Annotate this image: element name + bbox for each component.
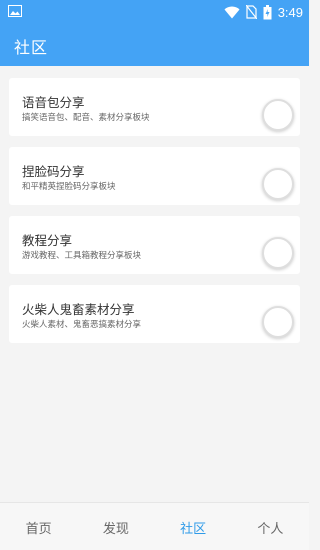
status-bar: 3:49: [0, 0, 309, 24]
page-title: 社区: [14, 38, 49, 57]
card-title: 捏脸码分享: [22, 164, 85, 179]
nav-item-home[interactable]: 首页: [0, 503, 77, 550]
section-card-stickman[interactable]: 火柴人鬼畜素材分享 火柴人素材、鬼畜恶搞素材分享: [9, 285, 300, 343]
section-list: 语音包分享 搞笑语音包、配音、素材分享板块 捏脸码分享 和平精英捏脸码分享板块 …: [9, 78, 300, 354]
battery-charging-icon: [263, 4, 272, 19]
select-radio[interactable]: [262, 306, 294, 338]
bottom-nav: 首页 发现 社区 个人: [0, 502, 309, 550]
card-description: 火柴人素材、鬼畜恶搞素材分享: [22, 320, 142, 330]
card-description: 游戏教程、工具箱教程分享板块: [22, 251, 142, 261]
section-card-tutorial[interactable]: 教程分享 游戏教程、工具箱教程分享板块: [9, 216, 300, 274]
select-radio[interactable]: [262, 99, 294, 131]
card-description: 搞笑语音包、配音、素材分享板块: [22, 113, 150, 123]
select-radio[interactable]: [262, 168, 294, 200]
section-card-voice-pack[interactable]: 语音包分享 搞笑语音包、配音、素材分享板块: [9, 78, 300, 136]
wifi-icon: [224, 6, 240, 18]
card-title: 教程分享: [22, 233, 73, 248]
card-title: 火柴人鬼畜素材分享: [22, 302, 135, 317]
card-description: 和平精英捏脸码分享板块: [22, 182, 116, 192]
nav-item-profile[interactable]: 个人: [232, 503, 309, 550]
image-notification-icon: [8, 5, 22, 17]
nav-item-community[interactable]: 社区: [155, 503, 232, 550]
nav-item-discover[interactable]: 发现: [77, 503, 154, 550]
select-radio[interactable]: [262, 237, 294, 269]
section-card-face-code[interactable]: 捏脸码分享 和平精英捏脸码分享板块: [9, 147, 300, 205]
app-toolbar: 社区: [0, 24, 309, 66]
status-time: 3:49: [277, 4, 303, 20]
no-sim-icon: [245, 5, 257, 19]
card-title: 语音包分享: [22, 95, 85, 110]
